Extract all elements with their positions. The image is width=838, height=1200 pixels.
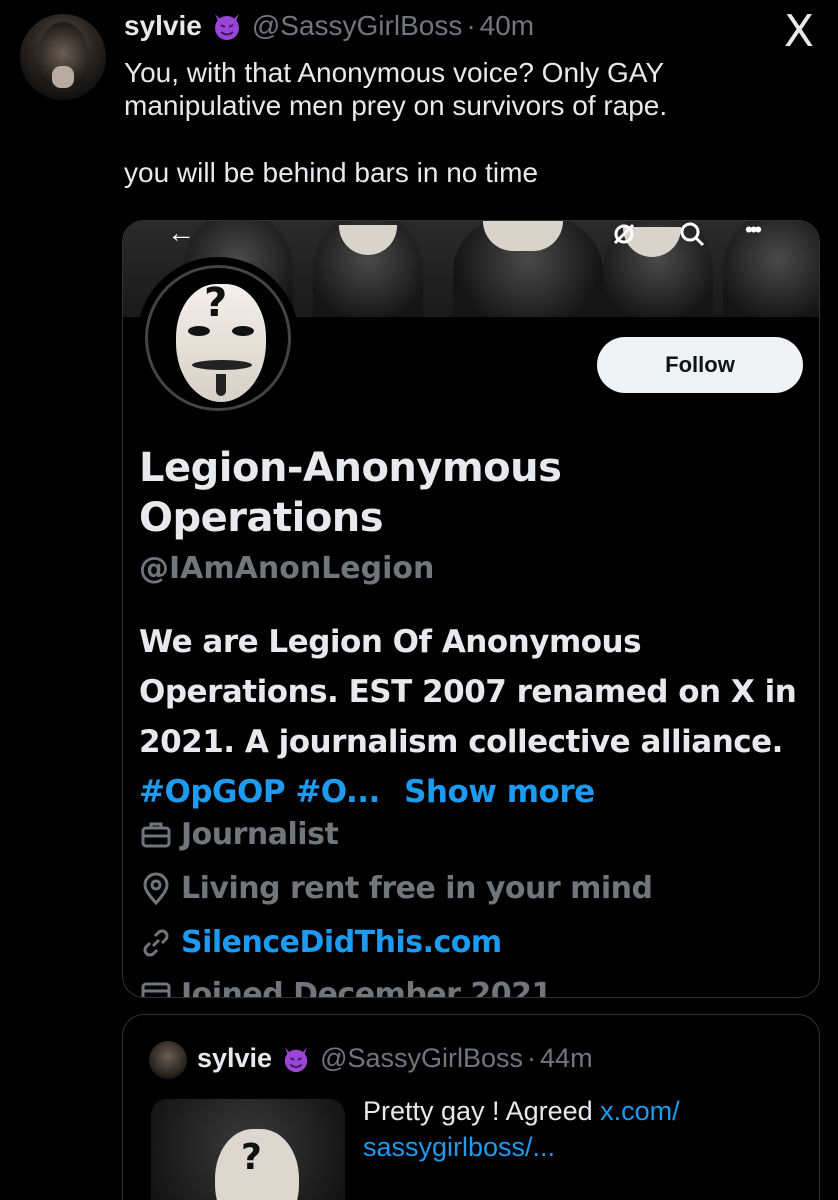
author-avatar[interactable]	[20, 14, 106, 100]
separator-dot: ·	[466, 10, 476, 41]
banner-figure	[723, 221, 819, 317]
tweet-text-line: You, with that Anonymous voice? Only GAY…	[124, 57, 668, 121]
bio-text: We are Legion Of Anonymous Operations. E…	[139, 624, 797, 760]
profile-card[interactable]: ← ••• ? Follow Legion-Anonymous Operatio…	[122, 220, 820, 998]
quote-header: sylvie @SassyGirlBoss · 44m	[197, 1043, 593, 1074]
tweet-text: You, with that Anonymous voice? Only GAY…	[124, 56, 804, 189]
show-more-link[interactable]: Show more	[404, 774, 595, 810]
repost-icon[interactable]	[611, 221, 637, 254]
quote-text: Pretty gay ! Agreed x.com/ sassygirlboss…	[363, 1093, 783, 1165]
quote-author-name[interactable]: sylvie	[197, 1043, 272, 1074]
more-options-icon[interactable]: •••	[745, 221, 762, 243]
mask-beard	[216, 374, 226, 396]
quote-author-handle[interactable]: @SassyGirlBoss	[320, 1043, 523, 1074]
mask-eye	[232, 326, 254, 336]
search-icon[interactable]	[679, 221, 705, 254]
devil-emoji-icon	[212, 11, 242, 41]
tweet-text-line: you will be behind bars in no time	[124, 157, 539, 188]
profile-category: Journalist	[139, 817, 339, 852]
back-arrow-icon[interactable]: ←	[167, 221, 195, 249]
profile-display-name: Legion-Anonymous Operations	[139, 445, 562, 541]
tweet-time[interactable]: 40m	[480, 10, 534, 42]
separator-dot: ·	[527, 1043, 537, 1073]
quote-media-image[interactable]: ?	[151, 1099, 345, 1200]
avatar-ring: ?	[145, 265, 291, 411]
calendar-icon	[141, 982, 171, 997]
briefcase-icon	[141, 822, 171, 847]
mask-mustache	[192, 360, 252, 370]
quote-time[interactable]: 44m	[540, 1043, 593, 1074]
quote-body: Pretty gay ! Agreed	[363, 1096, 593, 1126]
profile-avatar[interactable]: ?	[137, 257, 299, 419]
tweet-header: sylvie @SassyGirlBoss · 40m	[124, 10, 534, 42]
devil-emoji-icon	[282, 1045, 310, 1073]
question-mark-icon: ?	[204, 280, 228, 326]
profile-location: Living rent free in your mind	[139, 871, 653, 906]
category-label: Journalist	[181, 817, 339, 852]
avatar-hand	[52, 66, 74, 88]
author-name[interactable]: sylvie	[124, 10, 202, 42]
follow-button[interactable]: Follow	[597, 337, 803, 393]
quote-author-avatar[interactable]	[149, 1041, 187, 1079]
location-label: Living rent free in your mind	[181, 871, 653, 906]
quoted-tweet[interactable]: sylvie @SassyGirlBoss · 44m ? Pretty gay…	[122, 1014, 820, 1200]
profile-joined: Joined December 2021	[139, 977, 552, 998]
question-mark-icon: ?	[241, 1137, 262, 1178]
location-pin-icon	[143, 872, 169, 905]
mask-eye	[188, 326, 210, 336]
link-icon	[143, 929, 169, 956]
x-logo-icon[interactable]: X	[784, 6, 814, 57]
bio-hashtags[interactable]: #OpGOP #O...	[139, 774, 380, 810]
joined-label: Joined December 2021	[181, 977, 552, 998]
author-handle[interactable]: @SassyGirlBoss	[252, 10, 462, 42]
website-link[interactable]: SilenceDidThis.com	[181, 925, 502, 960]
profile-handle: @IAmAnonLegion	[139, 551, 435, 586]
profile-website[interactable]: SilenceDidThis.com	[139, 925, 502, 960]
profile-bio: We are Legion Of Anonymous Operations. E…	[139, 617, 809, 817]
